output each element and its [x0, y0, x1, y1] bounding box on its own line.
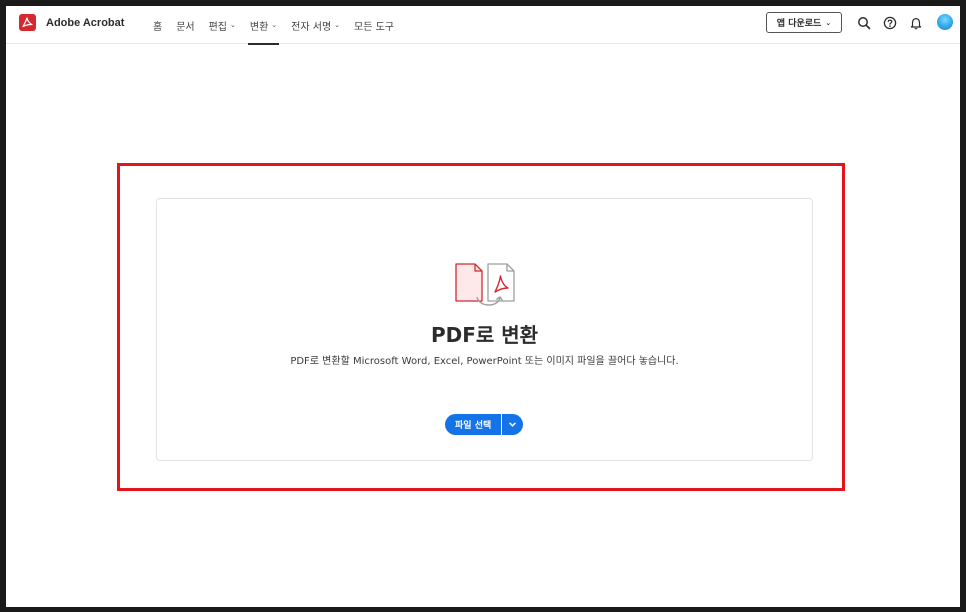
top-navigation-bar: Adobe Acrobat 홈 문서 편집 ⌄ 변환 ⌄ 전자 서명 ⌄ 모든 … [6, 6, 960, 45]
download-app-label: 앱 다운로드 [776, 19, 822, 29]
bell-icon[interactable] [909, 16, 923, 30]
chevron-down-icon [509, 422, 517, 427]
help-icon[interactable] [883, 16, 897, 30]
split-divider [501, 414, 503, 435]
nav-item-documents[interactable]: 문서 [169, 6, 201, 44]
select-file-split-button: 파일 선택 [445, 414, 524, 435]
convert-to-pdf-icon [455, 263, 515, 306]
nav-item-label: 변환 [249, 21, 269, 33]
chevron-down-icon: ⌄ [334, 21, 341, 29]
app-title[interactable]: Adobe Acrobat [46, 17, 124, 29]
nav-item-label: 홈 [153, 21, 163, 33]
nav-item-e-sign[interactable]: 전자 서명 ⌄ [284, 6, 347, 44]
nav-item-edit[interactable]: 편집 ⌄ [202, 6, 243, 44]
avatar[interactable] [937, 14, 953, 30]
page-title: PDF로 변환 [430, 323, 539, 347]
nav-item-convert[interactable]: 변환 ⌄ [243, 6, 284, 45]
nav-item-label: 문서 [176, 21, 195, 33]
chevron-down-icon: ⌄ [271, 21, 278, 29]
nav-item-label: 전자 서명 [291, 21, 332, 33]
nav-item-label: 모든 도구 [354, 21, 395, 33]
browser-window: Adobe Acrobat 홈 문서 편집 ⌄ 변환 ⌄ 전자 서명 ⌄ 모든 … [6, 6, 960, 607]
main-nav: 홈 문서 편집 ⌄ 변환 ⌄ 전자 서명 ⌄ 모든 도구 [146, 6, 401, 45]
select-file-label: 파일 선택 [455, 421, 492, 431]
select-file-button[interactable]: 파일 선택 [445, 414, 502, 435]
acrobat-logo-icon[interactable] [19, 14, 36, 31]
select-file-options-button[interactable] [502, 414, 524, 435]
convert-dropzone[interactable]: PDF로 변환 PDF로 변환할 Microsoft Word, Excel, … [156, 198, 813, 461]
nav-item-label: 편집 [208, 21, 228, 33]
dropzone-description: PDF로 변환할 Microsoft Word, Excel, PowerPoi… [290, 356, 679, 367]
nav-item-home[interactable]: 홈 [146, 6, 169, 44]
chevron-down-icon: ⌄ [230, 21, 236, 29]
search-icon[interactable] [857, 16, 871, 30]
download-app-button[interactable]: 앱 다운로드 ⌄ [766, 12, 842, 33]
chevron-down-icon: ⌄ [825, 18, 832, 27]
nav-item-all-tools[interactable]: 모든 도구 [347, 6, 401, 44]
